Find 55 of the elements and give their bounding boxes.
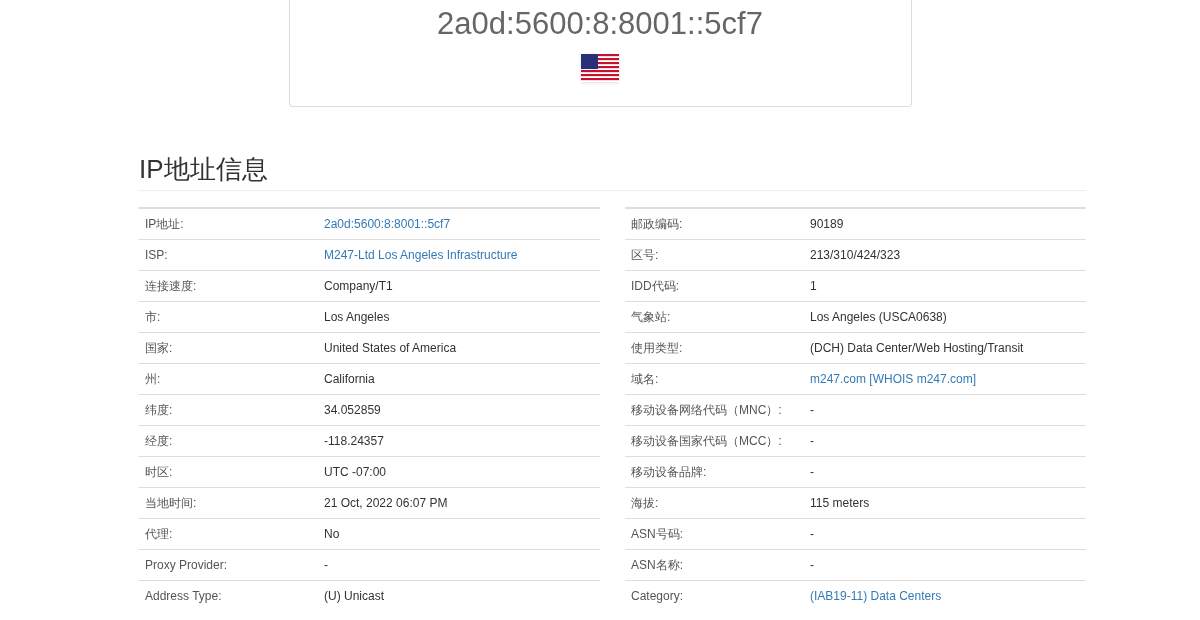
ip-address-title: 2a0d:5600:8:8001::5cf7 [437, 6, 763, 42]
section-heading: IP地址信息 [139, 153, 269, 186]
field-label: Category: [630, 588, 685, 605]
field-value: - [810, 402, 814, 419]
field-label: 市: [144, 309, 162, 326]
field-label: 纬度: [144, 402, 174, 419]
field-label: 气象站: [630, 309, 672, 326]
field-value: (U) Unicast [324, 588, 384, 605]
field-label: 州: [144, 371, 162, 388]
field-value: United States of America [324, 340, 457, 357]
field-value: - [324, 557, 328, 574]
field-label: 经度: [144, 433, 174, 450]
field-label: 代理: [144, 526, 174, 543]
field-value: Company/T1 [324, 278, 393, 295]
field-label: 移动设备品牌: [630, 464, 708, 481]
field-value: No [324, 526, 340, 543]
field-value: - [810, 433, 814, 450]
field-value: Los Angeles [324, 309, 390, 326]
field-value: - [810, 526, 814, 543]
field-label: 海拔: [630, 495, 660, 512]
field-value: -118.24357 [324, 433, 384, 450]
field-label: 邮政编码: [630, 216, 684, 233]
field-value: - [810, 557, 814, 574]
value-link[interactable]: m247.com [WHOIS m247.com] [810, 370, 977, 388]
field-value: 21 Oct, 2022 06:07 PM [324, 495, 448, 512]
field-label: 域名: [630, 371, 660, 388]
field-label: ISP: [144, 247, 169, 264]
field-value: 213/310/424/323 [810, 247, 901, 264]
field-value: 90189 [810, 216, 844, 233]
field-label: IP地址: [144, 216, 185, 233]
field-label: ASN名称: [630, 557, 684, 574]
field-label: ASN号码: [630, 526, 684, 543]
field-label: Address Type: [144, 588, 223, 605]
field-label: 连接速度: [144, 278, 198, 295]
field-value: 1 [810, 278, 817, 295]
field-label: 使用类型: [630, 340, 684, 357]
flag-icon [581, 54, 619, 82]
field-label: IDD代码: [630, 278, 680, 295]
field-value: California [324, 371, 375, 388]
field-label: 区号: [630, 247, 660, 264]
field-label: 移动设备国家代码（MCC）: [630, 433, 783, 450]
field-label: 当地时间: [144, 495, 198, 512]
field-value: 115 meters [810, 495, 870, 512]
field-value: 34.052859 [324, 402, 381, 419]
field-label: Proxy Provider: [144, 557, 229, 574]
field-label: 时区: [144, 464, 174, 481]
value-link[interactable]: M247-Ltd Los Angeles Infrastructure [324, 246, 518, 264]
field-value: Los Angeles (USCA0638) [810, 309, 947, 326]
field-label: 移动设备网络代码（MNC）: [630, 402, 783, 419]
value-link[interactable]: 2a0d:5600:8:8001::5cf7 [324, 215, 451, 233]
field-value: UTC -07:00 [324, 464, 387, 481]
field-value: (DCH) Data Center/Web Hosting/Transit [810, 340, 1024, 357]
value-link[interactable]: (IAB19-11) Data Centers [810, 587, 942, 605]
field-value: - [810, 464, 814, 481]
field-label: 国家: [144, 340, 174, 357]
